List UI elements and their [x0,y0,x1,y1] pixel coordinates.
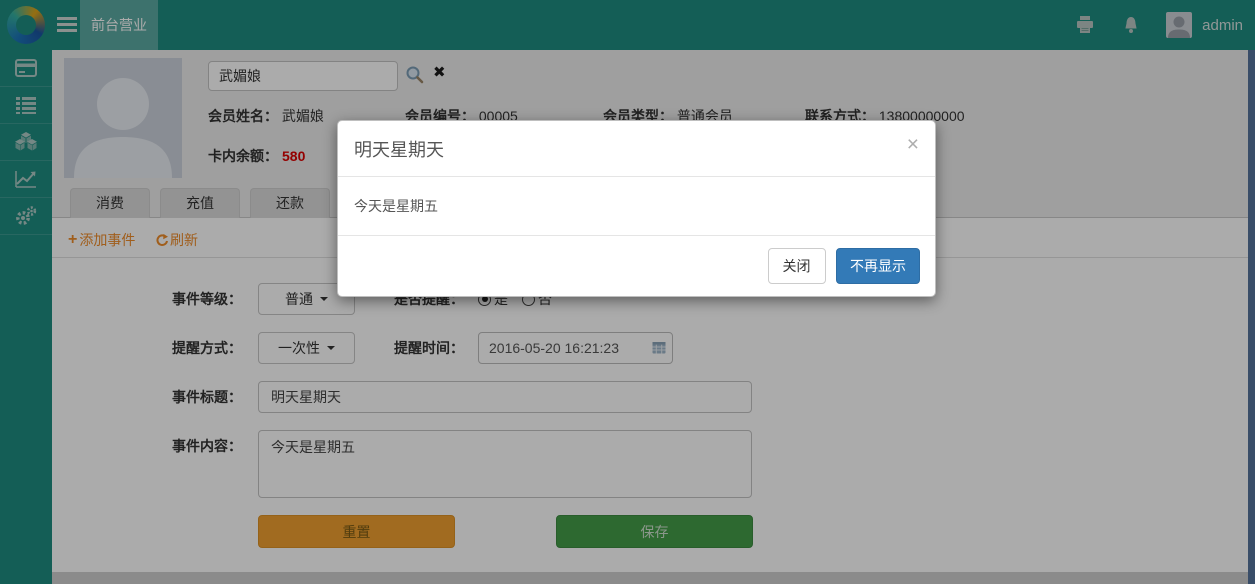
modal-header: × 明天星期天 [338,121,935,177]
close-icon[interactable]: × [907,136,919,154]
modal-body-text: 今天是星期五 [338,177,935,236]
modal-footer: 关闭 不再显示 [338,236,935,296]
dont-show-again-button[interactable]: 不再显示 [836,248,920,284]
modal-title: 明天星期天 [354,136,444,162]
modal-close-button[interactable]: 关闭 [768,248,826,284]
reminder-modal: × 明天星期天 今天是星期五 关闭 不再显示 [337,120,936,297]
